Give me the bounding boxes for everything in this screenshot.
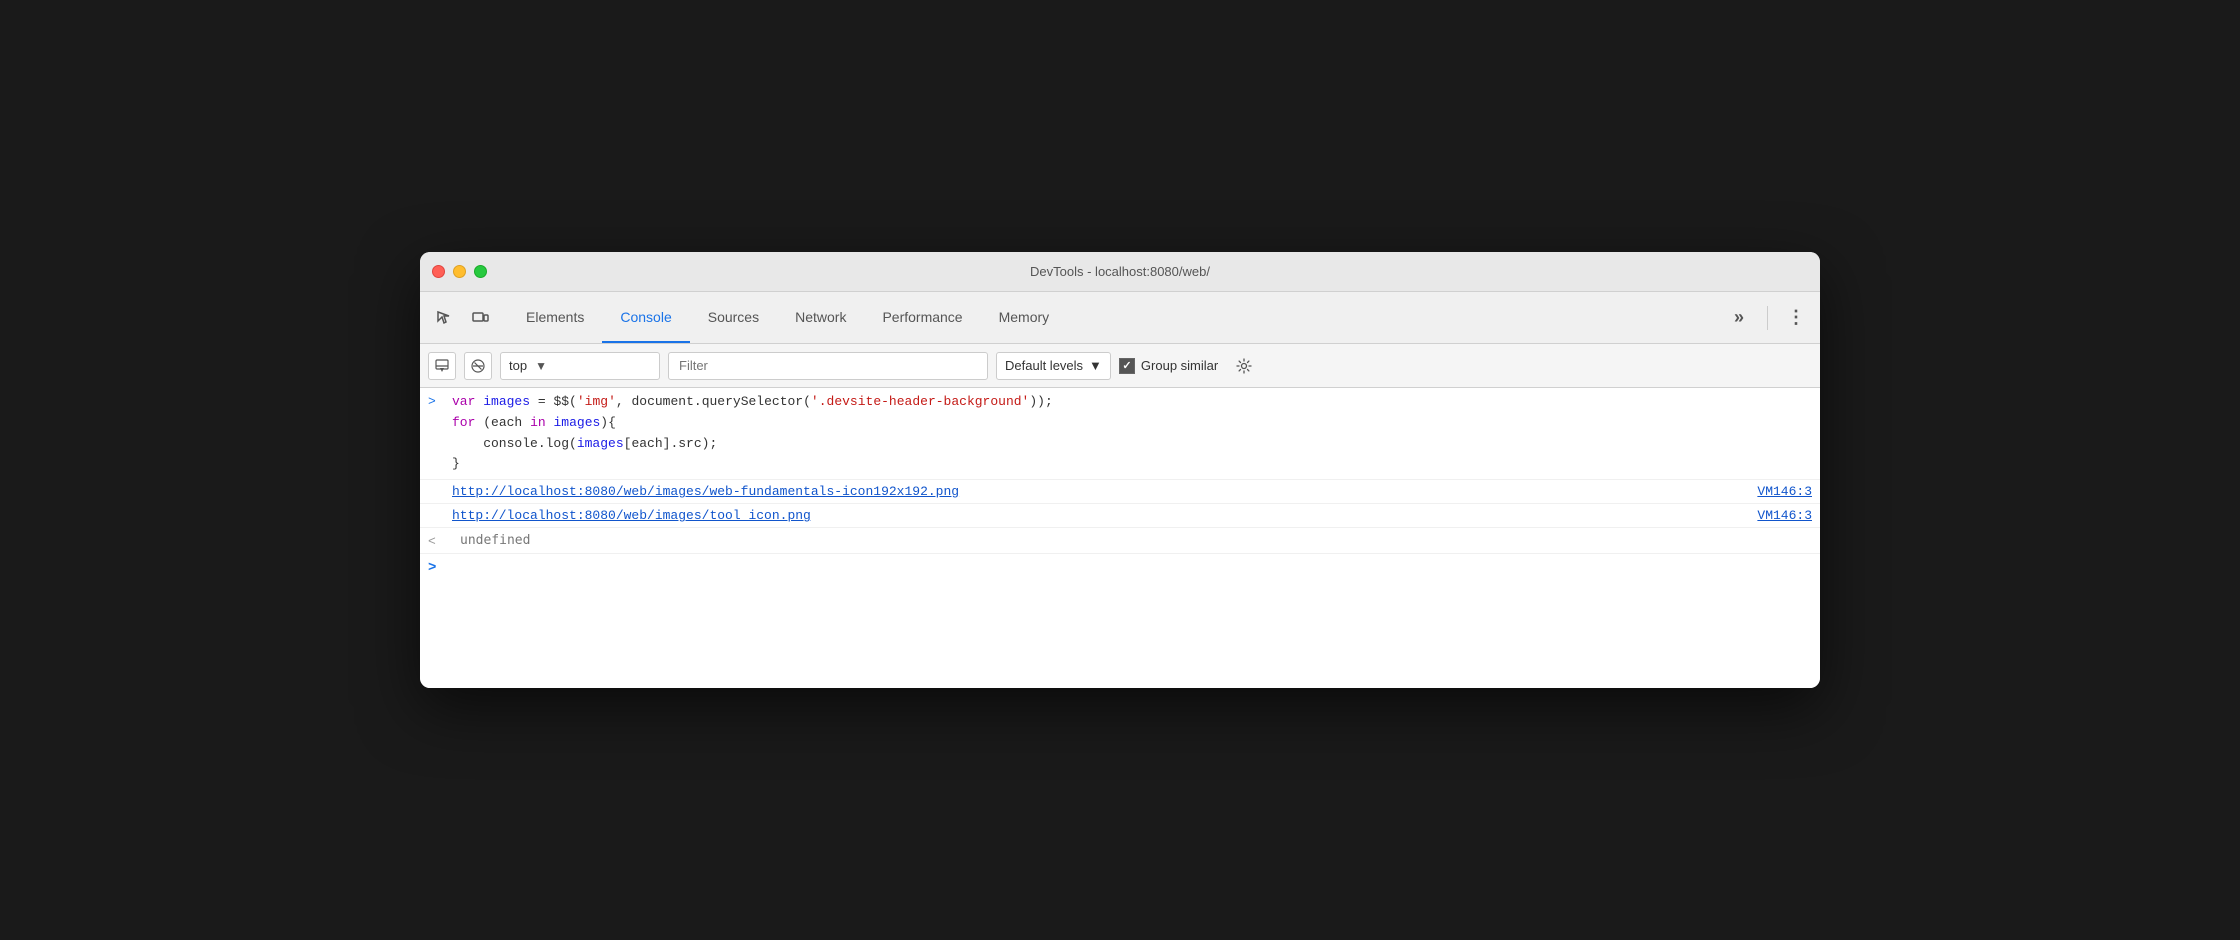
filter-input[interactable] xyxy=(668,352,988,380)
console-link-entry-1: http://localhost:8080/web/images/web-fun… xyxy=(420,480,1820,504)
main-toolbar: Elements Console Sources Network Perform… xyxy=(420,292,1820,344)
checkmark-icon: ✓ xyxy=(1122,359,1131,372)
new-prompt-icon: > xyxy=(428,560,436,576)
console-undefined-entry: < undefined xyxy=(420,528,1820,554)
traffic-lights xyxy=(432,265,487,278)
console-code-block: var images = $$('img', document.querySel… xyxy=(452,392,1812,475)
code-line-1: var images = $$('img', document.querySel… xyxy=(452,392,1812,413)
group-similar-label: Group similar xyxy=(1141,358,1218,373)
close-button[interactable] xyxy=(432,265,445,278)
tabs-container: Elements Console Sources Network Perform… xyxy=(508,292,1723,343)
devtools-window: DevTools - localhost:8080/web/ Elements xyxy=(420,252,1820,688)
inspect-element-button[interactable] xyxy=(428,302,460,334)
context-selector[interactable]: top ▼ xyxy=(500,352,660,380)
tab-sources[interactable]: Sources xyxy=(690,292,777,343)
device-toolbar-button[interactable] xyxy=(464,302,496,334)
code-line-3: console.log(images[each].src); xyxy=(452,434,1812,455)
console-link-entry-2: http://localhost:8080/web/images/tool_ic… xyxy=(420,504,1820,528)
default-levels-selector[interactable]: Default levels ▼ xyxy=(996,352,1111,380)
titlebar: DevTools - localhost:8080/web/ xyxy=(420,252,1820,292)
console-content: > var images = $$('img', document.queryS… xyxy=(420,388,1820,688)
undefined-value: undefined xyxy=(460,533,530,548)
group-similar-checkbox[interactable]: ✓ xyxy=(1119,358,1135,374)
more-tabs-button[interactable]: » xyxy=(1723,302,1755,334)
toolbar-end: » ⋮ xyxy=(1723,302,1812,334)
tab-console[interactable]: Console xyxy=(602,292,689,343)
default-levels-arrow-icon: ▼ xyxy=(1089,358,1102,373)
group-similar-control: ✓ Group similar xyxy=(1119,358,1218,374)
toolbar-icons xyxy=(428,302,496,334)
tab-network[interactable]: Network xyxy=(777,292,864,343)
minimize-button[interactable] xyxy=(453,265,466,278)
clear-console-button[interactable] xyxy=(464,352,492,380)
tab-memory[interactable]: Memory xyxy=(981,292,1068,343)
show-drawer-button[interactable] xyxy=(428,352,456,380)
console-code-entry: > var images = $$('img', document.queryS… xyxy=(420,388,1820,480)
tab-performance[interactable]: Performance xyxy=(864,292,980,343)
console-input-row[interactable]: > xyxy=(420,554,1820,582)
code-line-2: for (each in images){ xyxy=(452,413,1812,434)
customize-menu-button[interactable]: ⋮ xyxy=(1780,302,1812,334)
vm-ref-2[interactable]: VM146:3 xyxy=(1757,508,1812,523)
output-link-2[interactable]: http://localhost:8080/web/images/tool_ic… xyxy=(452,508,811,523)
toolbar-divider xyxy=(1767,306,1768,330)
output-link-1[interactable]: http://localhost:8080/web/images/web-fun… xyxy=(452,484,959,499)
window-title: DevTools - localhost:8080/web/ xyxy=(1030,264,1210,279)
console-toolbar: top ▼ Default levels ▼ ✓ Group similar xyxy=(420,344,1820,388)
context-arrow-icon: ▼ xyxy=(535,359,547,373)
vm-ref-1[interactable]: VM146:3 xyxy=(1757,484,1812,499)
result-prompt-icon: < xyxy=(428,534,444,549)
code-line-4: } xyxy=(452,454,1812,475)
input-prompt-icon: > xyxy=(428,394,444,409)
tab-elements[interactable]: Elements xyxy=(508,292,602,343)
maximize-button[interactable] xyxy=(474,265,487,278)
console-settings-button[interactable] xyxy=(1230,352,1258,380)
